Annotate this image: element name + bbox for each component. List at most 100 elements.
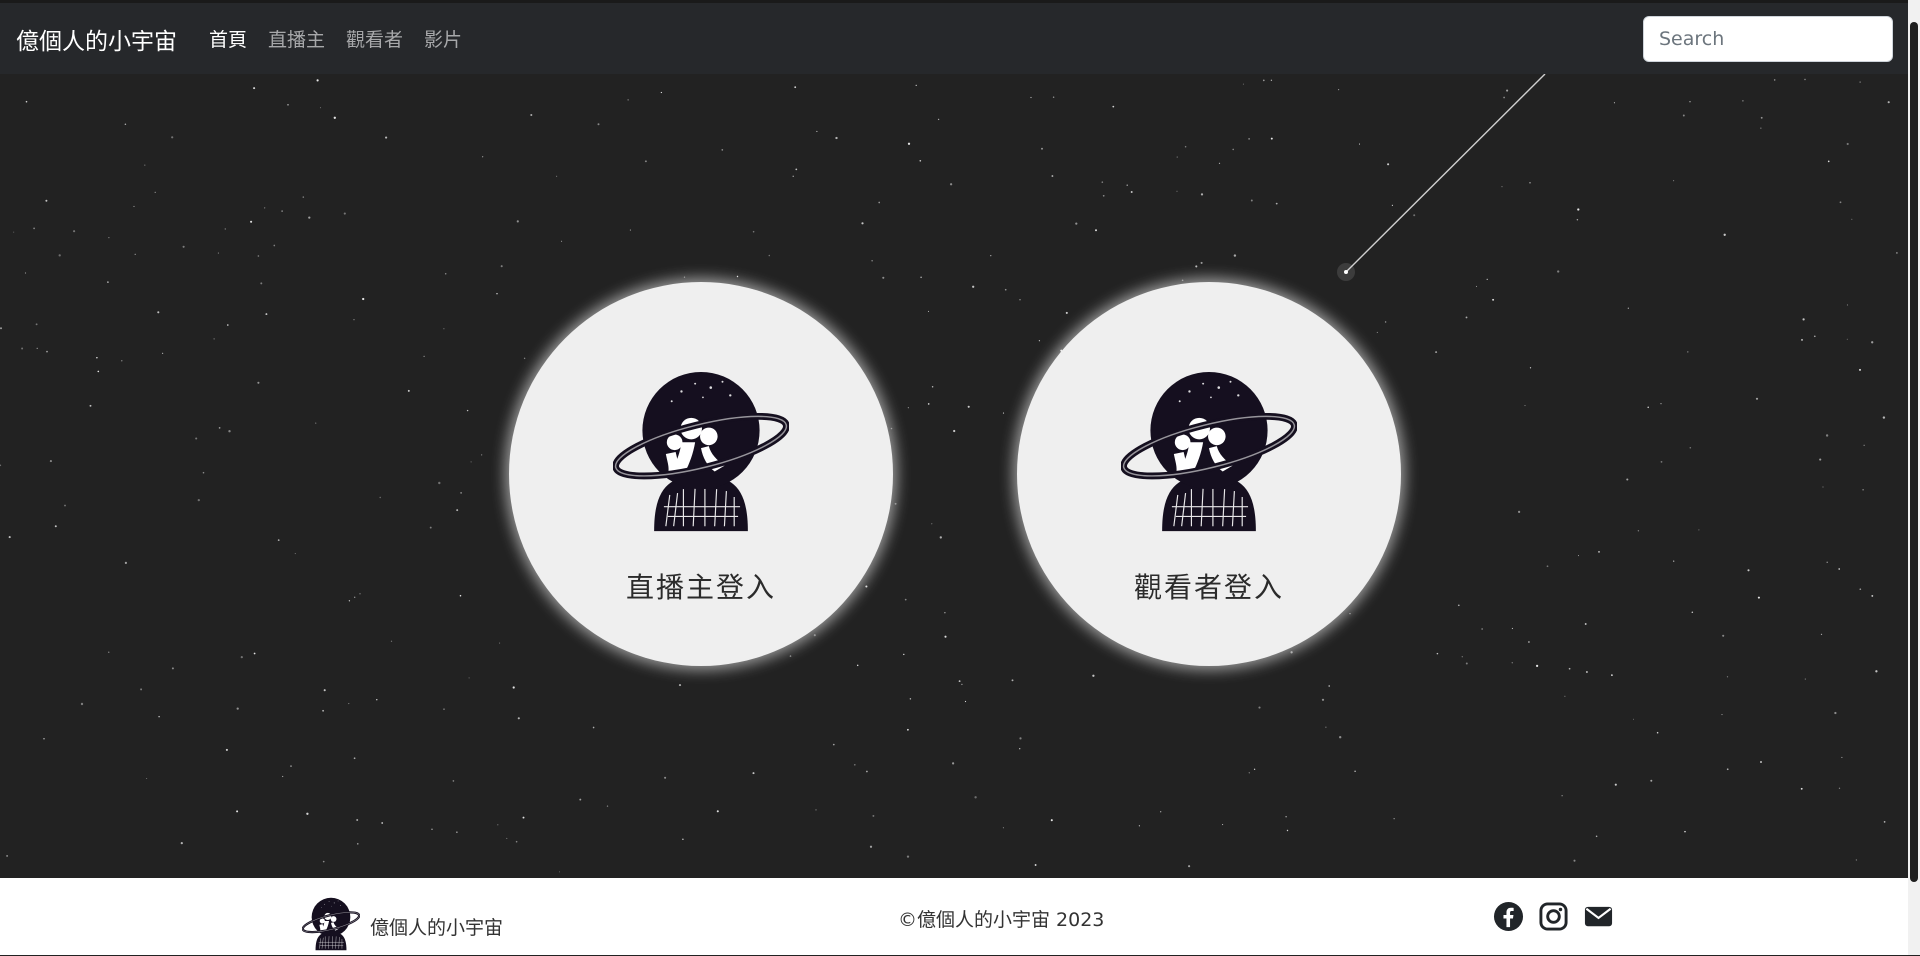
- star: [558, 871, 561, 873]
- star: [835, 136, 838, 140]
- star: [1435, 351, 1438, 354]
- star: [58, 254, 61, 257]
- star: [967, 405, 970, 408]
- viewer-login-button[interactable]: 觀看者登入: [1017, 282, 1401, 666]
- star: [1577, 555, 1580, 557]
- star: [438, 481, 441, 485]
- scrollbar[interactable]: [1908, 0, 1920, 955]
- star: [644, 160, 647, 163]
- nav-link-viewer[interactable]: 觀看者: [346, 25, 403, 52]
- star: [1838, 787, 1841, 789]
- star: [1859, 81, 1861, 83]
- star: [1757, 596, 1760, 599]
- star: [43, 738, 45, 740]
- star: [1875, 670, 1878, 673]
- star: [264, 207, 266, 209]
- star: [815, 809, 817, 811]
- star: [869, 845, 873, 848]
- star: [1275, 202, 1278, 205]
- search-input[interactable]: [1643, 16, 1893, 62]
- star: [1801, 338, 1803, 341]
- star: [1846, 142, 1849, 146]
- star: [1286, 829, 1289, 832]
- star: [343, 212, 346, 215]
- star: [1002, 412, 1005, 414]
- star: [1647, 406, 1649, 409]
- star: [348, 600, 351, 602]
- star: [306, 812, 309, 815]
- star: [1492, 298, 1495, 301]
- star: [1883, 821, 1886, 823]
- star: [466, 409, 469, 412]
- star: [456, 509, 459, 512]
- star: [1684, 830, 1686, 833]
- nav-link-videos[interactable]: 影片: [424, 25, 462, 52]
- navbar-brand[interactable]: 億個人的小宇宙: [16, 22, 177, 56]
- star: [217, 252, 219, 254]
- star: [1561, 795, 1563, 797]
- star: [1130, 191, 1133, 193]
- star: [1576, 219, 1579, 221]
- star: [354, 596, 356, 598]
- star: [904, 598, 907, 601]
- star: [1481, 628, 1483, 630]
- star: [1465, 662, 1468, 665]
- star: [443, 708, 445, 710]
- star: [1019, 737, 1022, 740]
- star: [1773, 79, 1776, 81]
- star: [1184, 145, 1187, 148]
- star: [108, 651, 110, 653]
- instagram-icon[interactable]: [1538, 901, 1569, 932]
- star: [1527, 641, 1530, 643]
- star: [1839, 201, 1842, 204]
- star: [8, 536, 11, 539]
- star: [592, 726, 595, 729]
- star: [64, 504, 66, 507]
- navbar: 億個人的小宇宙 首頁 直播主 觀看者 影片: [0, 0, 1908, 74]
- star: [443, 328, 445, 330]
- star: [1760, 127, 1762, 129]
- facebook-icon[interactable]: [1493, 901, 1524, 932]
- star: [1112, 105, 1115, 108]
- star: [0, 327, 2, 330]
- star: [1871, 341, 1874, 344]
- star: [927, 310, 930, 312]
- envelope-icon[interactable]: [1583, 901, 1614, 932]
- star: [1101, 181, 1104, 183]
- star: [865, 585, 868, 588]
- star: [1200, 261, 1203, 264]
- nav-link-streamer[interactable]: 直播主: [268, 25, 325, 52]
- planet-logo-icon: [612, 370, 790, 540]
- streamer-login-button[interactable]: 直播主登入: [509, 282, 893, 666]
- star: [861, 222, 864, 225]
- nav-link-home[interactable]: 首頁: [209, 25, 247, 52]
- star: [182, 245, 185, 248]
- scrollbar-thumb[interactable]: [1910, 22, 1918, 882]
- star: [470, 461, 472, 463]
- star: [816, 130, 818, 132]
- star: [1218, 162, 1221, 164]
- star: [171, 136, 174, 139]
- star: [1242, 83, 1244, 85]
- star: [253, 87, 256, 90]
- star: [990, 255, 992, 257]
- star: [500, 265, 503, 268]
- star: [353, 757, 356, 760]
- star: [35, 323, 38, 326]
- star: [1004, 288, 1007, 291]
- star: [890, 427, 893, 430]
- star: [1160, 811, 1162, 813]
- star: [664, 776, 667, 779]
- star: [1436, 652, 1439, 655]
- star: [287, 103, 289, 106]
- star: [1660, 460, 1663, 463]
- star: [1002, 827, 1004, 829]
- star: [1181, 279, 1184, 282]
- star: [1585, 671, 1588, 673]
- star: [871, 260, 873, 262]
- star: [240, 656, 243, 659]
- star: [257, 381, 260, 384]
- star: [1721, 714, 1723, 716]
- star: [1595, 835, 1598, 838]
- star: [1503, 96, 1505, 99]
